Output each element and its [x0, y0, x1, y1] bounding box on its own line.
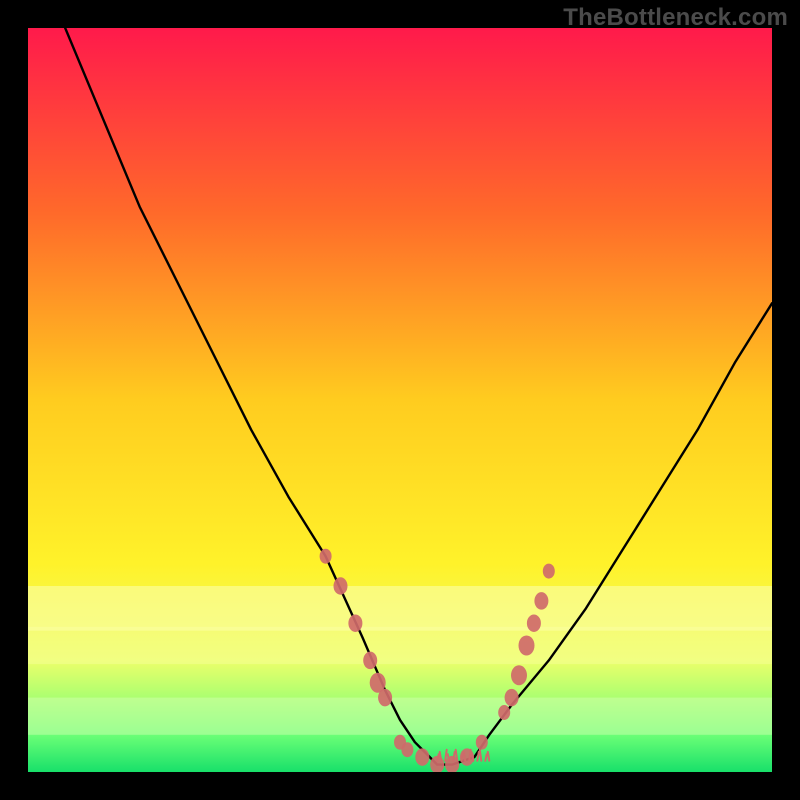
plot-area — [28, 28, 772, 772]
marker-dot — [505, 689, 519, 707]
marker-dot — [334, 577, 348, 595]
watermark-text: TheBottleneck.com — [563, 4, 788, 32]
marker-dot — [348, 614, 362, 632]
marker-dot — [543, 564, 555, 579]
marker-dot — [476, 735, 488, 750]
marker-dot — [363, 652, 377, 670]
marker-dot — [378, 689, 392, 707]
marker-dot — [415, 748, 429, 766]
marker-dot — [534, 592, 548, 610]
chart-svg — [28, 28, 772, 772]
marker-dot — [498, 705, 510, 720]
marker-dot — [511, 665, 527, 685]
marker-dot — [320, 549, 332, 564]
band-pale — [28, 698, 772, 735]
marker-dot — [519, 636, 535, 656]
marker-dot — [401, 742, 413, 757]
marker-dot — [527, 614, 541, 632]
chart-frame: TheBottleneck.com — [0, 0, 800, 800]
band-cream-2 — [28, 627, 772, 664]
band-cream — [28, 586, 772, 631]
